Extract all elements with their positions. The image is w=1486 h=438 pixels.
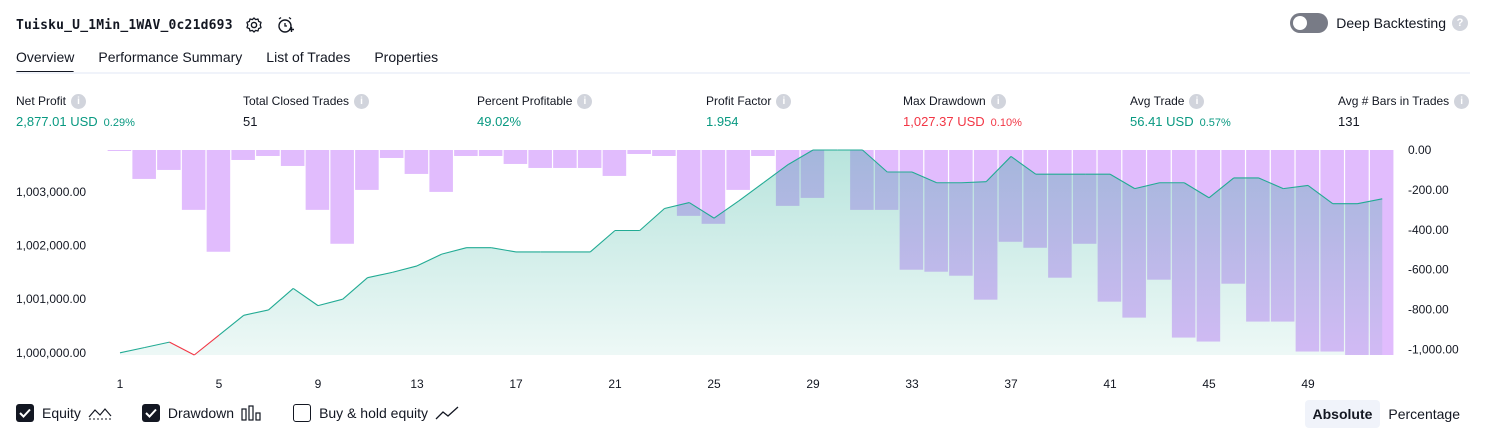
- drawdown-bar[interactable]: [627, 150, 651, 154]
- x-axis-tick-label: 25: [707, 377, 721, 391]
- drawdown-bar[interactable]: [305, 150, 330, 210]
- drawdown-bar[interactable]: [429, 150, 453, 192]
- drawdown-bar[interactable]: [157, 150, 181, 170]
- drawdown-bar[interactable]: [181, 150, 206, 210]
- drawdown-label: Drawdown: [167, 405, 235, 421]
- drawdown-bar[interactable]: [206, 150, 231, 252]
- legend-drawdown[interactable]: Drawdown: [141, 404, 263, 422]
- drawdown-bar[interactable]: [454, 150, 478, 156]
- drawdown-bar[interactable]: [528, 150, 552, 168]
- x-axis-tick-label: 49: [1301, 377, 1315, 391]
- chart-legend: Equity Drawdown Buy & hold equity: [16, 404, 489, 422]
- drawdown-bar[interactable]: [478, 150, 503, 156]
- drawdown-bar[interactable]: [404, 150, 429, 174]
- x-axis-tick-label: 37: [1004, 377, 1018, 391]
- equity-drawdown-chart[interactable]: 1,000,000.00 1,001,000.00 1,002,000.00 1,00…: [0, 0, 1486, 438]
- drawdown-bar[interactable]: [280, 150, 305, 166]
- left-axis-tick-label: 1,002,000.00: [16, 239, 86, 253]
- x-axis-tick-label: 17: [509, 377, 523, 391]
- right-axis-tick-label: -1,000.00: [1408, 343, 1459, 357]
- equity-label: Equity: [42, 405, 81, 421]
- drawdown-bar[interactable]: [751, 150, 775, 156]
- drawdown-bar[interactable]: [577, 150, 602, 168]
- drawdown-bar[interactable]: [652, 150, 676, 156]
- equity-line-icon: [88, 405, 112, 421]
- value-mode-switch: Absolute Percentage: [1304, 400, 1469, 428]
- right-axis-tick-label: -800.00: [1408, 303, 1449, 317]
- x-axis-tick-label: 13: [410, 377, 424, 391]
- drawdown-bars-icon: [241, 405, 263, 421]
- x-axis-tick-label: 29: [806, 377, 820, 391]
- x-axis-tick-label: 9: [315, 377, 322, 391]
- buy-hold-label: Buy & hold equity: [319, 405, 429, 421]
- drawdown-bar[interactable]: [553, 150, 577, 168]
- drawdown-bar[interactable]: [256, 150, 280, 156]
- right-axis-tick-label: -400.00: [1408, 223, 1449, 237]
- drawdown-bar[interactable]: [355, 150, 379, 190]
- x-axis-tick-label: 21: [608, 377, 622, 391]
- percentage-button[interactable]: Percentage: [1380, 400, 1468, 428]
- right-axis-tick-label: -200.00: [1408, 183, 1449, 197]
- drawdown-bar[interactable]: [503, 150, 528, 164]
- buy-hold-checkbox[interactable]: [293, 404, 312, 422]
- drawdown-bar[interactable]: [602, 150, 627, 176]
- drawdown-bar[interactable]: [231, 150, 255, 160]
- drawdown-bar[interactable]: [330, 150, 354, 244]
- drawdown-bar[interactable]: [107, 150, 132, 151]
- buy-hold-line-icon: [435, 405, 459, 421]
- x-axis-tick-label: 45: [1202, 377, 1216, 391]
- left-axis-tick-label: 1,000,000.00: [16, 346, 86, 360]
- x-axis-tick-label: 5: [216, 377, 223, 391]
- left-axis-tick-label: 1,001,000.00: [16, 292, 86, 306]
- absolute-button[interactable]: Absolute: [1304, 400, 1381, 428]
- x-axis-tick-label: 41: [1103, 377, 1117, 391]
- drawdown-bar[interactable]: [132, 150, 156, 179]
- x-axis-tick-label: 33: [905, 377, 919, 391]
- right-axis-tick-label: 0.00: [1408, 143, 1432, 157]
- x-axis-tick-label: 1: [117, 377, 124, 391]
- drawdown-bar[interactable]: [379, 150, 404, 158]
- legend-equity[interactable]: Equity: [16, 404, 112, 422]
- right-axis-tick-label: -600.00: [1408, 263, 1449, 277]
- left-axis-tick-label: 1,003,000.00: [16, 185, 86, 199]
- drawdown-bar[interactable]: [726, 150, 750, 190]
- drawdown-checkbox[interactable]: [141, 404, 160, 422]
- equity-checkbox[interactable]: [16, 404, 34, 422]
- legend-buy-hold-equity[interactable]: Buy & hold equity: [293, 404, 459, 422]
